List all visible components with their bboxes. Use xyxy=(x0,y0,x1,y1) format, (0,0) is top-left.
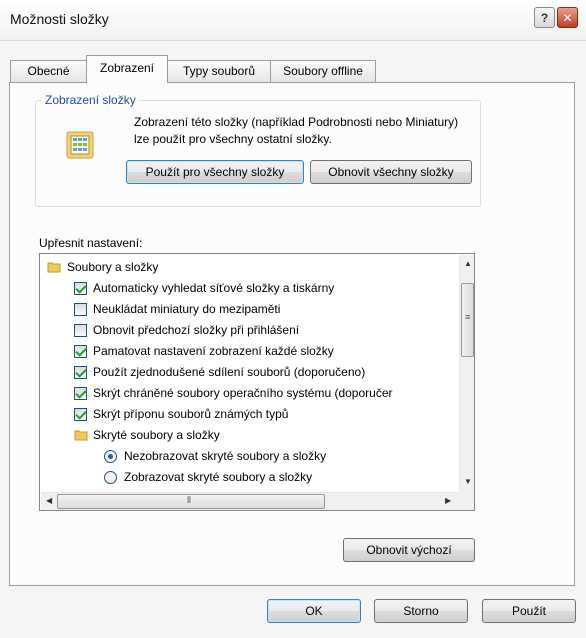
scroll-down-arrow-icon[interactable]: ▼ xyxy=(464,477,472,486)
setting-label: Nezobrazovat skryté soubory a složky xyxy=(124,449,327,463)
advanced-settings-label: Upřesnit nastavení: xyxy=(39,236,143,250)
cancel-button[interactable]: Storno xyxy=(374,599,468,623)
horizontal-scroll-thumb[interactable]: ⦀ xyxy=(57,494,325,509)
checkbox-checked[interactable] xyxy=(74,345,87,358)
checkbox-checked[interactable] xyxy=(74,366,87,379)
setting-label: Zobrazovat skryté soubory a složky xyxy=(124,470,313,484)
tab-general[interactable]: Obecné xyxy=(10,60,87,82)
tab-view[interactable]: Zobrazení xyxy=(86,55,168,83)
tree-item-label: Soubory a složky xyxy=(67,260,159,274)
folder-view-group-label: Zobrazení složky xyxy=(42,93,139,107)
horizontal-scrollbar[interactable]: ◀ ⦀ ▶ xyxy=(41,492,459,510)
radio-unselected[interactable] xyxy=(104,471,117,484)
checkbox-checked[interactable] xyxy=(74,282,87,295)
title-bar: Možnosti složky ? ✕ xyxy=(0,0,586,41)
folder-view-description: Zobrazení této složky (například Podrobn… xyxy=(134,115,459,146)
setting-label: Skrýt příponu souborů známých typů xyxy=(93,407,289,421)
setting-label: Obnovit předchozí složky při přihlášení xyxy=(93,323,300,337)
scroll-up-arrow-icon[interactable]: ▲ xyxy=(464,259,472,268)
setting-label: Neukládat miniatury do mezipaměti xyxy=(93,302,281,316)
apply-button[interactable]: Použít xyxy=(482,599,576,623)
grip-icon: ≡ xyxy=(465,312,471,322)
checkbox-unchecked[interactable] xyxy=(74,324,87,337)
checkbox-checked[interactable] xyxy=(74,387,87,400)
scroll-right-arrow-icon[interactable]: ▶ xyxy=(445,496,451,505)
tree-item-label: Skryté soubory a složky xyxy=(93,428,220,442)
scrollbar-corner xyxy=(459,492,474,510)
folder-view-icon xyxy=(66,131,94,159)
advanced-settings-tree[interactable]: Soubory a složky Automaticky vyhledat sí… xyxy=(39,253,475,511)
vertical-scroll-thumb[interactable]: ≡ xyxy=(461,283,474,357)
folder-icon xyxy=(47,262,61,273)
setting-label: Skrýt chráněné soubory operačního systém… xyxy=(93,386,393,400)
tab-file-types[interactable]: Typy souborů xyxy=(167,60,271,82)
setting-label: Použít zjednodušené sdílení souborů (dop… xyxy=(93,365,366,379)
ok-button[interactable]: OK xyxy=(267,599,361,623)
folder-icon xyxy=(74,430,88,441)
checkbox-unchecked[interactable] xyxy=(74,303,87,316)
radio-selected[interactable] xyxy=(104,450,117,463)
close-button[interactable]: ✕ xyxy=(557,7,578,28)
apply-to-all-folders-button[interactable]: Použít pro všechny složky xyxy=(126,160,304,184)
setting-label: Automaticky vyhledat síťové složky a tis… xyxy=(93,281,335,295)
window-title: Možnosti složky xyxy=(10,11,109,27)
checkbox-checked[interactable] xyxy=(74,408,87,421)
tab-offline-files[interactable]: Soubory offline xyxy=(270,60,376,82)
help-button[interactable]: ? xyxy=(534,7,555,28)
grip-icon: ⦀ xyxy=(187,495,191,505)
vertical-scrollbar[interactable]: ▲ ≡ ▼ xyxy=(459,255,474,492)
scroll-left-arrow-icon[interactable]: ◀ xyxy=(46,496,52,505)
restore-defaults-button[interactable]: Obnovit výchozí xyxy=(343,538,475,562)
setting-label: Pamatovat nastavení zobrazení každé slož… xyxy=(93,344,334,358)
reset-all-folders-button[interactable]: Obnovit všechny složky xyxy=(310,160,472,184)
